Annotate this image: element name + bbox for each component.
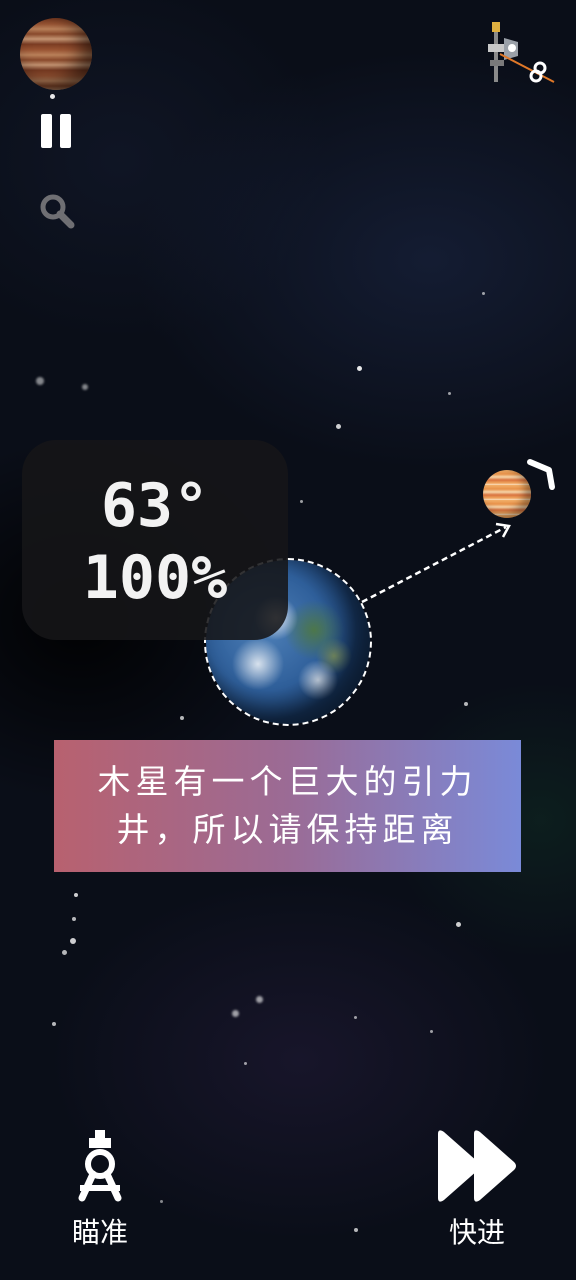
star	[354, 1228, 358, 1232]
star	[72, 917, 76, 921]
star	[50, 94, 55, 99]
star	[160, 1200, 163, 1203]
game-screen[interactable]: 63° 100% 木星有一个巨大的引力井，所以请保持距离 瞄准 快进	[0, 0, 576, 1280]
pause-icon	[60, 114, 71, 148]
fast-forward-icon	[438, 1130, 516, 1202]
star	[256, 996, 263, 1003]
star	[82, 384, 88, 390]
jupiter-icon[interactable]	[20, 18, 92, 90]
launch-info-panel: 63° 100%	[22, 440, 288, 640]
star	[300, 500, 303, 503]
star	[456, 922, 461, 927]
star	[232, 1010, 239, 1017]
heading-marker	[527, 459, 555, 490]
aim-label: 瞄准	[71, 1216, 128, 1249]
star	[36, 377, 44, 385]
star	[244, 1062, 247, 1065]
probe-button[interactable]	[482, 16, 558, 90]
star	[448, 392, 451, 395]
star	[180, 716, 184, 720]
satellite-icon	[488, 22, 555, 83]
star	[62, 950, 67, 955]
fast-forward-label: 快进	[448, 1216, 505, 1249]
zoom-button[interactable]	[38, 192, 76, 230]
star	[482, 292, 485, 295]
hint-banner: 木星有一个巨大的引力井，所以请保持距离	[54, 740, 521, 872]
magnifier-icon	[40, 194, 75, 229]
hint-text: 木星有一个巨大的引力井，所以请保持距离	[97, 762, 478, 849]
star	[70, 938, 76, 944]
compass-icon	[78, 1130, 122, 1202]
star	[430, 1030, 433, 1033]
trajectory-arrowhead	[495, 522, 511, 538]
launch-power: 100%	[82, 543, 228, 613]
fast-forward-button[interactable]: 快进	[432, 1126, 522, 1256]
star	[464, 702, 468, 706]
target-jupiter[interactable]	[483, 470, 531, 518]
pause-button[interactable]	[38, 112, 74, 150]
pause-icon	[41, 114, 52, 148]
star	[357, 366, 362, 371]
trajectory-line	[361, 525, 507, 604]
launch-angle: 63°	[100, 471, 210, 541]
star	[52, 1022, 56, 1026]
star	[74, 893, 78, 897]
aim-button[interactable]: 瞄准	[60, 1126, 140, 1256]
star	[354, 1016, 357, 1019]
star	[336, 424, 341, 429]
